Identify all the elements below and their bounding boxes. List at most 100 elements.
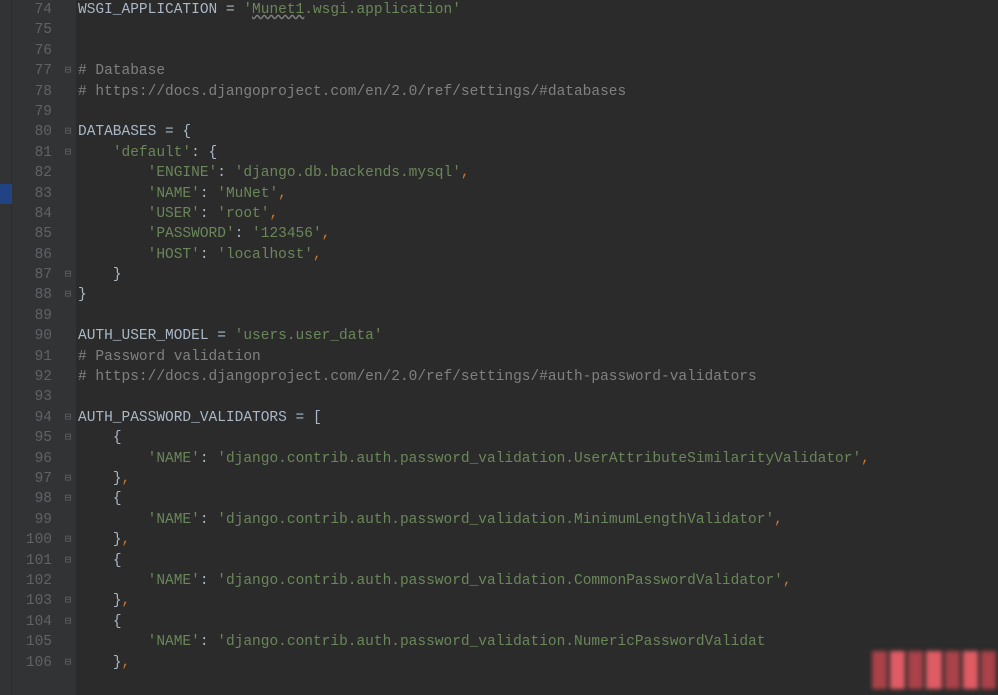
code-line[interactable]: AUTH_USER_MODEL = 'users.user_data' xyxy=(78,326,998,346)
fold-toggle-icon[interactable]: ⊟ xyxy=(60,265,76,285)
fold-toggle-icon[interactable] xyxy=(60,510,76,530)
line-number[interactable]: 102 xyxy=(12,571,52,591)
line-number[interactable]: 99 xyxy=(12,510,52,530)
line-number[interactable]: 100 xyxy=(12,530,52,550)
line-number[interactable]: 95 xyxy=(12,428,52,448)
line-number[interactable]: 78 xyxy=(12,82,52,102)
code-line[interactable]: WSGI_APPLICATION = 'Munet1.wsgi.applicat… xyxy=(78,0,998,20)
line-number[interactable]: 86 xyxy=(12,245,52,265)
code-line[interactable]: # https://docs.djangoproject.com/en/2.0/… xyxy=(78,367,998,387)
notification-popup[interactable] xyxy=(872,651,996,689)
line-number[interactable]: 97 xyxy=(12,469,52,489)
code-line[interactable]: DATABASES = { xyxy=(78,122,998,142)
line-number[interactable]: 74 xyxy=(12,0,52,20)
code-line[interactable]: 'PASSWORD': '123456', xyxy=(78,224,998,244)
fold-toggle-icon[interactable]: ⊟ xyxy=(60,61,76,81)
fold-toggle-icon[interactable] xyxy=(60,20,76,40)
line-number[interactable]: 96 xyxy=(12,449,52,469)
line-number[interactable]: 87 xyxy=(12,265,52,285)
line-number[interactable]: 76 xyxy=(12,41,52,61)
code-line[interactable]: { xyxy=(78,489,998,509)
fold-toggle-icon[interactable]: ⊟ xyxy=(60,428,76,448)
code-line[interactable]: # https://docs.djangoproject.com/en/2.0/… xyxy=(78,82,998,102)
line-number[interactable]: 106 xyxy=(12,653,52,673)
line-number[interactable]: 104 xyxy=(12,612,52,632)
code-line[interactable] xyxy=(78,102,998,122)
line-number[interactable]: 90 xyxy=(12,326,52,346)
fold-toggle-icon[interactable] xyxy=(60,41,76,61)
code-line[interactable] xyxy=(78,387,998,407)
fold-toggle-icon[interactable] xyxy=(60,367,76,387)
line-number[interactable]: 105 xyxy=(12,632,52,652)
code-line[interactable]: 'default': { xyxy=(78,143,998,163)
code-line[interactable]: { xyxy=(78,428,998,448)
fold-toggle-icon[interactable]: ⊟ xyxy=(60,489,76,509)
fold-toggle-icon[interactable] xyxy=(60,387,76,407)
code-line[interactable] xyxy=(78,41,998,61)
code-line[interactable]: 'ENGINE': 'django.db.backends.mysql', xyxy=(78,163,998,183)
code-line[interactable]: } xyxy=(78,285,998,305)
line-number[interactable]: 77 xyxy=(12,61,52,81)
code-line[interactable]: AUTH_PASSWORD_VALIDATORS = [ xyxy=(78,408,998,428)
code-line[interactable]: { xyxy=(78,551,998,571)
line-number[interactable]: 91 xyxy=(12,347,52,367)
line-number[interactable]: 98 xyxy=(12,489,52,509)
fold-toggle-icon[interactable]: ⊟ xyxy=(60,530,76,550)
code-line[interactable]: }, xyxy=(78,591,998,611)
fold-toggle-icon[interactable]: ⊟ xyxy=(60,612,76,632)
line-number[interactable]: 88 xyxy=(12,285,52,305)
fold-toggle-icon[interactable] xyxy=(60,184,76,204)
line-number[interactable]: 79 xyxy=(12,102,52,122)
code-line[interactable]: } xyxy=(78,265,998,285)
code-line[interactable] xyxy=(78,306,998,326)
line-number[interactable]: 83 xyxy=(12,184,52,204)
code-line[interactable]: 'USER': 'root', xyxy=(78,204,998,224)
line-number[interactable]: 81 xyxy=(12,143,52,163)
line-number[interactable]: 94 xyxy=(12,408,52,428)
fold-toggle-icon[interactable]: ⊟ xyxy=(60,122,76,142)
fold-toggle-icon[interactable] xyxy=(60,326,76,346)
fold-toggle-icon[interactable]: ⊟ xyxy=(60,143,76,163)
fold-toggle-icon[interactable] xyxy=(60,449,76,469)
fold-toggle-icon[interactable]: ⊟ xyxy=(60,408,76,428)
line-number[interactable]: 92 xyxy=(12,367,52,387)
line-number[interactable]: 75 xyxy=(12,20,52,40)
line-number[interactable]: 82 xyxy=(12,163,52,183)
code-line[interactable]: 'NAME': 'MuNet', xyxy=(78,184,998,204)
fold-toggle-icon[interactable]: ⊟ xyxy=(60,653,76,673)
code-line[interactable]: }, xyxy=(78,530,998,550)
breakpoint-highlight[interactable] xyxy=(0,184,12,204)
code-area[interactable]: WSGI_APPLICATION = 'Munet1.wsgi.applicat… xyxy=(76,0,998,695)
code-line[interactable]: }, xyxy=(78,653,998,673)
line-number-gutter[interactable]: 7475767778798081828384858687888990919293… xyxy=(12,0,60,695)
fold-toggle-icon[interactable] xyxy=(60,347,76,367)
fold-toggle-icon[interactable] xyxy=(60,245,76,265)
fold-toggle-icon[interactable] xyxy=(60,632,76,652)
line-number[interactable]: 85 xyxy=(12,224,52,244)
fold-toggle-icon[interactable]: ⊟ xyxy=(60,469,76,489)
code-line[interactable]: 'HOST': 'localhost', xyxy=(78,245,998,265)
line-number[interactable]: 89 xyxy=(12,306,52,326)
fold-toggle-icon[interactable] xyxy=(60,0,76,20)
code-line[interactable]: 'NAME': 'django.contrib.auth.password_va… xyxy=(78,571,998,591)
line-number[interactable]: 84 xyxy=(12,204,52,224)
code-line[interactable]: # Database xyxy=(78,61,998,81)
code-line[interactable]: 'NAME': 'django.contrib.auth.password_va… xyxy=(78,449,998,469)
line-number[interactable]: 103 xyxy=(12,591,52,611)
code-line[interactable]: # Password validation xyxy=(78,347,998,367)
fold-toggle-icon[interactable] xyxy=(60,82,76,102)
fold-toggle-icon[interactable]: ⊟ xyxy=(60,551,76,571)
line-number[interactable]: 93 xyxy=(12,387,52,407)
fold-column[interactable]: ⊟⊟⊟⊟⊟⊟⊟⊟⊟⊟⊟⊟⊟⊟ xyxy=(60,0,76,695)
fold-toggle-icon[interactable] xyxy=(60,306,76,326)
fold-toggle-icon[interactable] xyxy=(60,163,76,183)
code-line[interactable]: { xyxy=(78,612,998,632)
fold-toggle-icon[interactable] xyxy=(60,224,76,244)
code-line[interactable]: 'NAME': 'django.contrib.auth.password_va… xyxy=(78,510,998,530)
code-line[interactable]: 'NAME': 'django.contrib.auth.password_va… xyxy=(78,632,998,652)
line-number[interactable]: 80 xyxy=(12,122,52,142)
fold-toggle-icon[interactable]: ⊟ xyxy=(60,285,76,305)
fold-toggle-icon[interactable]: ⊟ xyxy=(60,591,76,611)
fold-toggle-icon[interactable] xyxy=(60,102,76,122)
code-line[interactable] xyxy=(78,20,998,40)
